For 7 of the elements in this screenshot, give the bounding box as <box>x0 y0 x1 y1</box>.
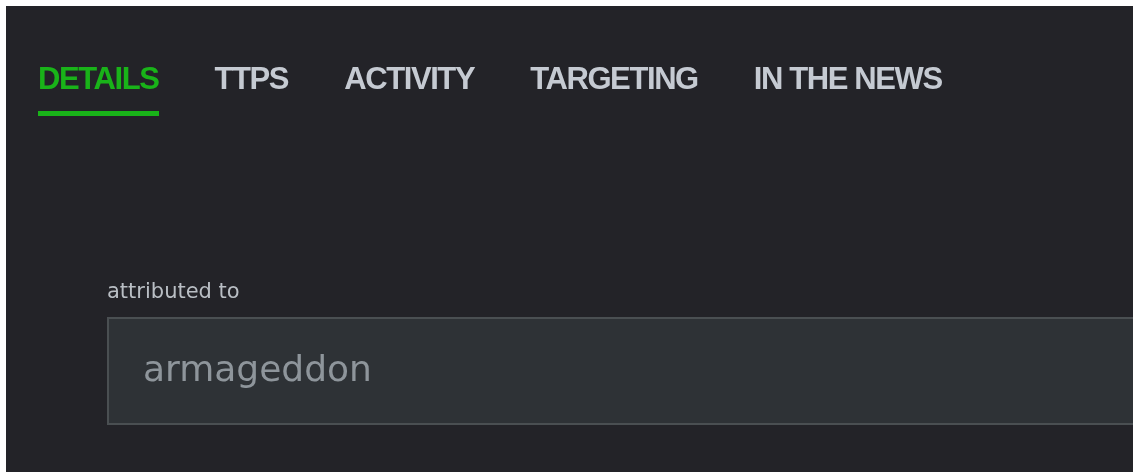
tab[interactable]: DETAILS <box>38 54 159 117</box>
tab[interactable]: TTPS <box>214 54 289 117</box>
tab[interactable]: IN THE NEWS <box>753 54 942 117</box>
input-field[interactable]: armageddon <box>107 317 1133 426</box>
tab[interactable]: ACTIVITY <box>344 54 475 117</box>
field-label: attributed to <box>107 279 241 304</box>
tab[interactable]: TARGETING <box>530 54 698 117</box>
